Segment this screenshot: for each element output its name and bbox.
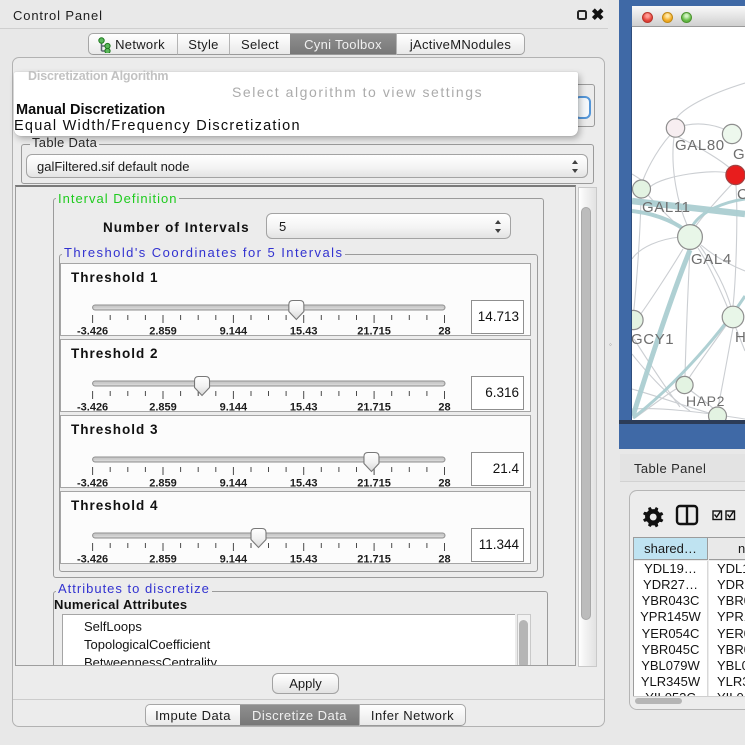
- svg-text:GAL11: GAL11: [642, 199, 691, 216]
- svg-text:GA: GA: [733, 146, 745, 163]
- svg-text:GCY1: GCY1: [632, 331, 674, 348]
- svg-text:H: H: [735, 329, 745, 346]
- svg-text:15.43: 15.43: [290, 478, 318, 490]
- svg-text:-3.426: -3.426: [77, 554, 108, 566]
- svg-text:GAL80: GAL80: [675, 137, 725, 154]
- svg-text:2.859: 2.859: [149, 326, 177, 338]
- svg-text:2.859: 2.859: [149, 554, 177, 566]
- svg-text:2.859: 2.859: [149, 402, 177, 414]
- svg-text:-3.426: -3.426: [77, 326, 108, 338]
- svg-text:9.144: 9.144: [220, 554, 248, 566]
- svg-text:28: 28: [438, 402, 450, 414]
- svg-text:21.715: 21.715: [357, 402, 391, 414]
- svg-text:9.144: 9.144: [220, 478, 248, 490]
- svg-text:28: 28: [438, 478, 450, 490]
- svg-text:GAL4: GAL4: [691, 251, 732, 268]
- svg-text:2.859: 2.859: [149, 478, 177, 490]
- svg-text:21.715: 21.715: [357, 478, 391, 490]
- svg-text:28: 28: [438, 554, 450, 566]
- svg-text:21.715: 21.715: [357, 554, 391, 566]
- svg-text:15.43: 15.43: [290, 402, 318, 414]
- svg-text:21.715: 21.715: [357, 326, 391, 338]
- svg-text:C: C: [737, 186, 745, 203]
- svg-text:-3.426: -3.426: [77, 402, 108, 414]
- svg-text:HAP2: HAP2: [686, 393, 725, 409]
- svg-text:-3.426: -3.426: [77, 478, 108, 490]
- svg-text:9.144: 9.144: [220, 402, 248, 414]
- svg-text:9.144: 9.144: [220, 326, 248, 338]
- svg-text:28: 28: [438, 326, 450, 338]
- svg-text:15.43: 15.43: [290, 326, 318, 338]
- svg-text:15.43: 15.43: [290, 554, 318, 566]
